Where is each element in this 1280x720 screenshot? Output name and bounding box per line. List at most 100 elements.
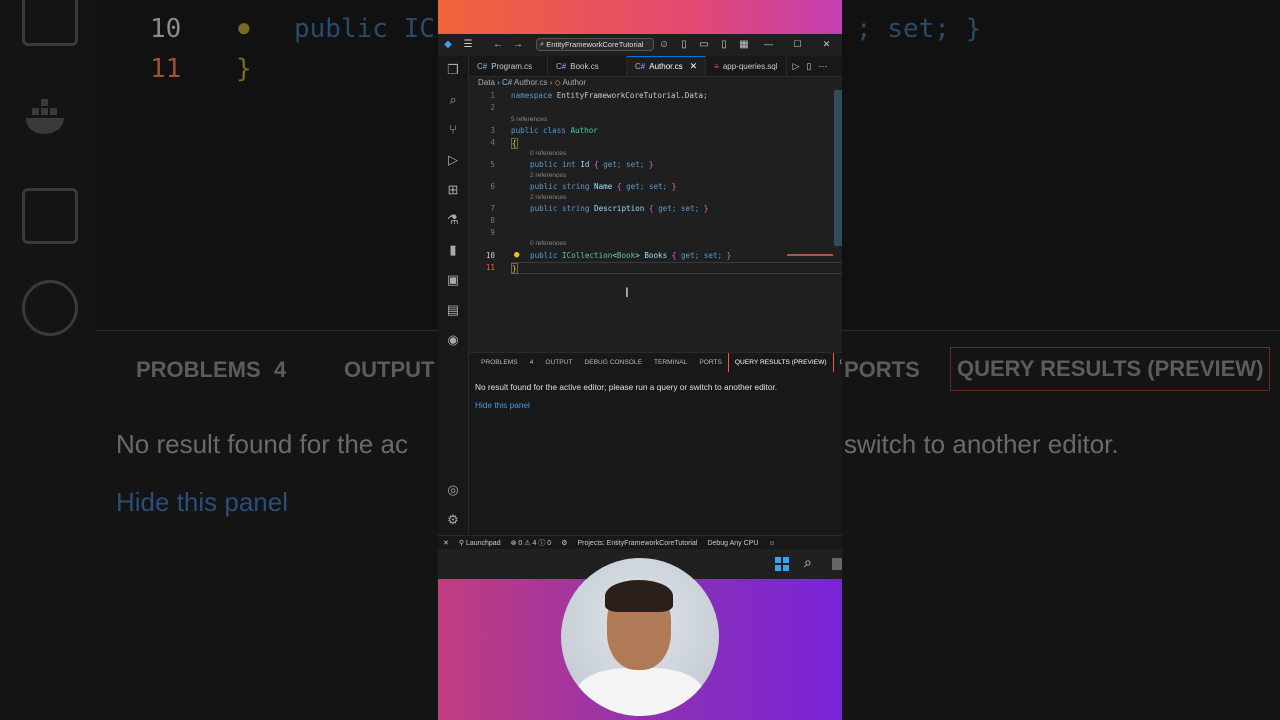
bg-code-text-right: ; set; }	[856, 14, 982, 44]
problems-count-badge: 4	[529, 359, 534, 366]
tab-label: app-queries.sql	[722, 61, 778, 71]
tab-problems[interactable]: PROBLEMS	[469, 353, 524, 373]
code-line-11: }	[511, 263, 518, 274]
taskbar-search-icon[interactable]: ⌕	[804, 554, 812, 571]
bg-problems-count: 4	[274, 357, 287, 382]
copilot-status-icon[interactable]: ☺	[763, 540, 780, 547]
codelens-references[interactable]: 2 references	[530, 172, 566, 179]
back-arrow-icon[interactable]: ←	[488, 39, 508, 50]
code-editor[interactable]: 1 namespace EntityFrameworkCoreTutorial.…	[469, 88, 842, 350]
copilot-icon[interactable]: ☺	[654, 39, 674, 50]
breadcrumb-symbol[interactable]: Author	[562, 78, 586, 87]
extensions-icon[interactable]: ⊞	[443, 180, 463, 200]
bg-lightbulb-icon: ●	[236, 12, 252, 42]
minimize-button[interactable]: —	[754, 39, 783, 49]
tab-program-cs[interactable]: C# Program.cs	[469, 56, 548, 76]
tab-book-cs[interactable]: C# Book.cs	[548, 56, 627, 76]
minimap-marker	[787, 254, 833, 256]
search-view-icon[interactable]: ⌕	[443, 90, 463, 110]
more-actions-icon[interactable]: ⋯	[818, 61, 827, 72]
panel-overflow-icon[interactable]: C	[834, 353, 842, 373]
git-graph-icon[interactable]: ◉	[443, 330, 463, 350]
code-line-5: public int Id { get; set; }	[530, 160, 654, 169]
toggle-panel-icon[interactable]: ▭	[694, 39, 714, 50]
top-gradient-band	[438, 0, 842, 34]
line-number: 6	[490, 182, 495, 191]
layout-icon[interactable]: ▦	[734, 39, 754, 50]
bg-activity-bar	[0, 0, 97, 720]
database-icon[interactable]: ▮	[443, 240, 463, 260]
title-bar: ◆ ☰ ← → ⌕ EntityFrameworkCoreTutorial ☺ …	[438, 34, 842, 54]
line-number: 2	[490, 103, 495, 112]
codelens-references[interactable]: 0 references	[530, 240, 566, 247]
tab-ports[interactable]: PORTS	[693, 353, 728, 373]
line-number: 5	[490, 160, 495, 169]
run-debug-icon[interactable]: ▷	[443, 150, 463, 170]
forward-arrow-icon[interactable]: →	[508, 39, 528, 50]
line-number: 11	[485, 263, 495, 272]
debug-config-icon[interactable]: ⚙	[556, 539, 572, 547]
toggle-sidebar-icon[interactable]: ▯	[674, 39, 694, 50]
presenter-shirt	[577, 668, 703, 716]
launchpad-item[interactable]: ⚲ Launchpad	[454, 539, 506, 547]
bg-line-number-11: 11	[150, 54, 182, 84]
presenter-hair	[605, 580, 673, 612]
tab-debug-console[interactable]: DEBUG CONSOLE	[578, 353, 648, 373]
command-center-search[interactable]: ⌕ EntityFrameworkCoreTutorial	[536, 37, 654, 51]
bg-message-left: No result found for the ac	[116, 429, 408, 459]
split-editor-icon[interactable]: ▯	[806, 61, 811, 72]
editor-scrollbar[interactable]	[834, 90, 842, 246]
search-icon: ⌕	[540, 39, 545, 48]
toggle-secondary-sidebar-icon[interactable]: ▯	[714, 39, 734, 50]
vscode-video-frame: ◆ ☰ ← → ⌕ EntityFrameworkCoreTutorial ☺ …	[438, 0, 842, 720]
breadcrumb: Data › C# Author.cs › ◇ Author	[478, 78, 586, 87]
line-number: 7	[490, 204, 495, 213]
bg-problems-tab: PROBLEMS	[136, 357, 261, 382]
settings-gear-icon[interactable]: ⚙	[443, 510, 463, 530]
windows-start-icon[interactable]	[775, 557, 789, 571]
codelens-references[interactable]: 0 references	[530, 150, 566, 157]
tab-terminal[interactable]: TERMINAL	[648, 353, 693, 373]
hide-panel-link[interactable]: Hide this panel	[475, 400, 530, 410]
problems-status[interactable]: ⊗ 0 ⚠ 4 ⓘ 0	[506, 538, 557, 548]
current-line-highlight	[511, 262, 842, 274]
editor-tabs: C# Program.cs C# Book.cs C# Author.cs ✕ …	[469, 56, 842, 77]
run-icon[interactable]: ▷	[793, 61, 800, 72]
codelens-references[interactable]: 5 references	[511, 116, 547, 123]
bg-hide-panel-link: Hide this panel	[116, 487, 288, 517]
bg-line-number-10: 10	[150, 14, 182, 44]
bg-ports-tab: PORTS	[844, 357, 920, 382]
bg-source-control-icon	[22, 280, 78, 336]
search-text: EntityFrameworkCoreTutorial	[546, 39, 644, 49]
docker-icon[interactable]: ▣	[443, 270, 463, 290]
codelens-references[interactable]: 2 references	[530, 194, 566, 201]
tab-output[interactable]: OUTPUT	[539, 353, 578, 373]
csharp-file-icon: C#	[556, 61, 567, 71]
code-line-4: {	[511, 138, 518, 149]
tab-author-cs[interactable]: C# Author.cs ✕	[627, 56, 707, 76]
code-line-6: public string Name { get; set; }	[530, 182, 677, 191]
vscode-logo-icon: ◆	[444, 38, 452, 50]
testing-icon[interactable]: ⚗	[443, 210, 463, 230]
accounts-icon[interactable]: ◎	[443, 480, 463, 500]
project-status[interactable]: Projects: EntityFrameworkCoreTutorial	[572, 540, 702, 547]
line-number: 9	[490, 228, 495, 237]
remote-explorer-icon[interactable]: ▤	[443, 300, 463, 320]
debug-status[interactable]: Debug Any CPU	[702, 540, 763, 547]
breadcrumb-folder[interactable]: Data	[478, 78, 495, 87]
lightbulb-icon[interactable]: ●	[514, 250, 519, 260]
explorer-icon[interactable]: ❐	[443, 60, 463, 80]
close-tab-icon[interactable]: ✕	[690, 61, 698, 72]
query-results-panel: No result found for the active editor; p…	[469, 372, 842, 536]
tab-app-queries-sql[interactable]: ≡ app-queries.sql	[706, 56, 787, 76]
close-button[interactable]: ✕	[812, 39, 841, 50]
source-control-icon[interactable]: ⑂	[443, 120, 463, 140]
bg-query-results-tab: QUERY RESULTS (PREVIEW)	[950, 347, 1271, 391]
tab-query-results[interactable]: QUERY RESULTS (PREVIEW)	[727, 353, 834, 373]
taskbar-app-icon[interactable]	[832, 558, 842, 570]
remote-indicator-icon[interactable]: ✕	[438, 539, 454, 547]
code-line-3: public class Author	[511, 126, 598, 135]
maximize-button[interactable]: ☐	[783, 39, 812, 50]
breadcrumb-file[interactable]: Author.cs	[514, 78, 547, 87]
menu-icon[interactable]: ☰	[458, 39, 478, 50]
